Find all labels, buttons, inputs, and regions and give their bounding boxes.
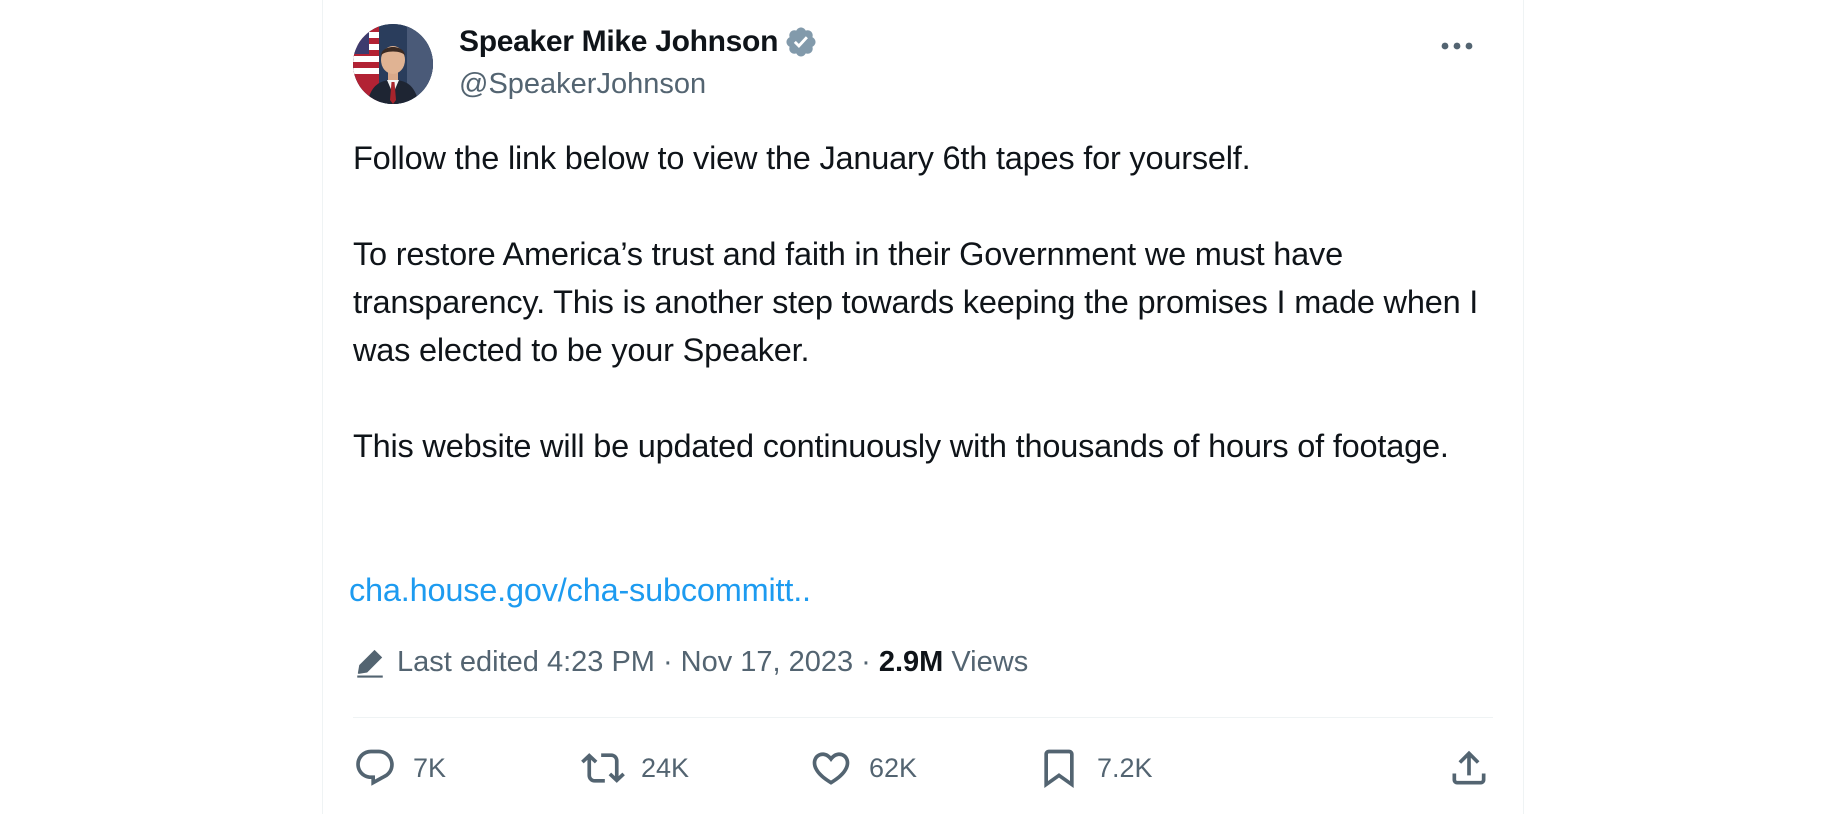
tweet-body: Follow the link below to view the Januar… <box>353 134 1493 470</box>
like-button[interactable]: 62K <box>809 740 917 796</box>
tweet-paragraph: Follow the link below to view the Januar… <box>353 140 1251 176</box>
tweet-paragraph: To restore America’s trust and faith in … <box>353 236 1487 368</box>
heart-icon <box>812 752 850 785</box>
avatar[interactable] <box>353 24 433 104</box>
tweet-link[interactable]: cha.house.gov/cha-subcommitt.. <box>349 566 811 614</box>
reply-button[interactable]: 7K <box>353 740 446 796</box>
retweet-button[interactable]: 24K <box>581 740 689 796</box>
share-icon <box>1452 750 1486 785</box>
retweet-count: 24K <box>641 752 690 783</box>
reply-count: 7K <box>413 752 447 783</box>
meta-separator: · <box>662 646 673 678</box>
profile-photo-icon <box>353 24 433 104</box>
verified-badge-icon[interactable] <box>784 25 818 59</box>
edited-label[interactable]: Last edited <box>397 642 539 682</box>
share-button[interactable] <box>1447 740 1491 796</box>
timestamp-time[interactable]: 4:23 PM <box>547 642 655 682</box>
tweet-meta: Last edited 4:23 PM · Nov 17, 2023 · 2.9… <box>353 642 1028 682</box>
bookmark-icon <box>1044 749 1074 789</box>
tweet-card: Speaker Mike Johnson @SpeakerJohnson Fol… <box>322 0 1524 814</box>
divider <box>353 717 1493 718</box>
timestamp-date[interactable]: Nov 17, 2023 <box>681 642 854 682</box>
retweet-icon <box>581 753 625 783</box>
views-count: 2.9M <box>878 646 944 678</box>
edit-pencil-icon <box>357 649 383 678</box>
bookmark-count: 7.2K <box>1097 752 1153 783</box>
author-name-row: Speaker Mike Johnson <box>459 24 818 60</box>
tweet-paragraph: This website will be updated continuousl… <box>353 428 1449 464</box>
action-bar: 7K 24K 62K 7.2K <box>353 740 1493 796</box>
author-display-name[interactable]: Speaker Mike Johnson <box>459 24 778 60</box>
more-options-button[interactable] <box>1433 28 1481 64</box>
like-count: 62K <box>869 752 918 783</box>
views-label: Views <box>951 646 1029 678</box>
more-dots-icon <box>1441 42 1473 50</box>
meta-separator: · <box>861 646 871 678</box>
bookmark-button[interactable]: 7.2K <box>1037 740 1153 796</box>
author-handle[interactable]: @SpeakerJohnson <box>459 66 706 102</box>
reply-icon <box>356 749 394 786</box>
